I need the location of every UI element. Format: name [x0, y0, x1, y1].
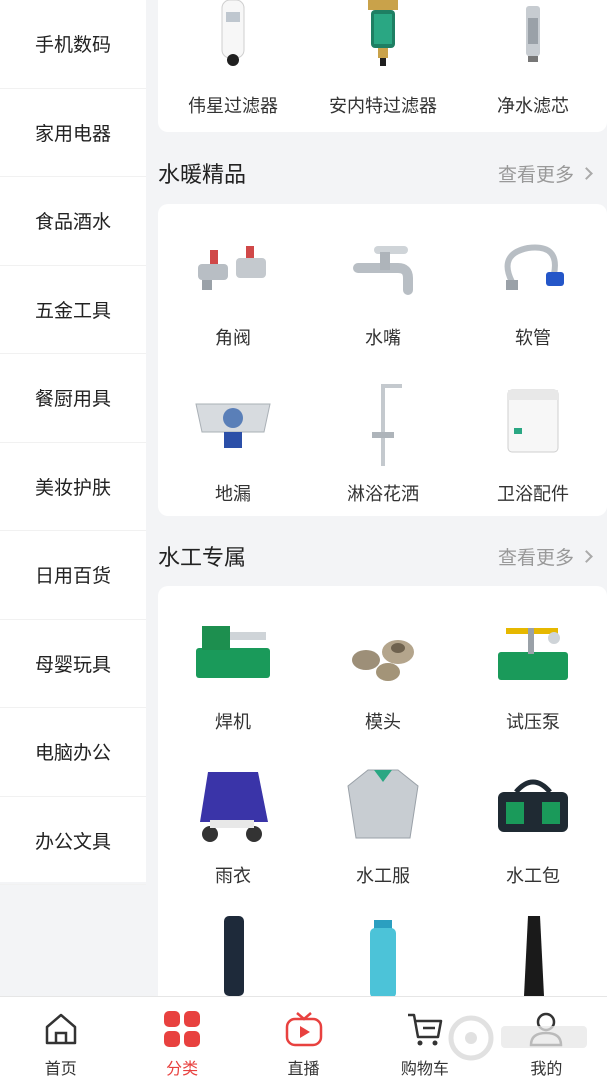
product-label: 安内特过滤器: [329, 96, 437, 117]
sidebar-item[interactable]: 餐厨用具: [0, 354, 146, 443]
product-item[interactable]: [458, 916, 607, 996]
tab-label: 直播: [287, 1059, 320, 1078]
tool-bag-image: [488, 762, 578, 852]
sidebar-item[interactable]: 母婴玩具: [0, 620, 146, 708]
filter-card: 伟星过滤器 安内特过滤器 净水滤芯: [158, 0, 607, 132]
product-label: 焊机: [215, 712, 251, 733]
sidebar-item[interactable]: 电脑办公: [0, 708, 146, 797]
product-label: 试压泵: [506, 712, 560, 733]
sidebar-item[interactable]: 办公文具: [0, 797, 146, 885]
product-label: 伟星过滤器: [188, 96, 278, 117]
product-card: 角阀 水嘴 软管 地漏 淋浴花洒 卫浴配件: [158, 204, 607, 516]
product-item[interactable]: [308, 916, 458, 996]
chevron-right-icon: [580, 166, 593, 180]
product-item[interactable]: 淋浴花洒: [308, 380, 458, 506]
product-label: 软管: [515, 328, 551, 349]
product-label: 水工服: [356, 866, 410, 887]
product-label: 角阀: [215, 328, 251, 349]
tab-category[interactable]: 分类: [121, 997, 242, 1080]
category-sidebar: 手机数码 家用电器 食品酒水 五金工具 餐厨用具 美妆护肤 日用百货 母婴玩具 …: [0, 0, 146, 885]
live-icon: [285, 1012, 322, 1047]
cartridge-image: [488, 0, 578, 82]
product-item[interactable]: 地漏: [158, 380, 308, 506]
filter-image: [338, 0, 428, 82]
user-icon: [530, 1012, 563, 1047]
product-item[interactable]: 伟星过滤器: [158, 0, 308, 118]
home-icon: [45, 1013, 76, 1045]
tab-label: 购物车: [400, 1059, 449, 1078]
angle-valve-image: [188, 224, 278, 314]
category-icon: [164, 1011, 201, 1047]
floor-drain-image: [188, 380, 278, 470]
bottom-tab-bar: 首页 分类 直播 购物车 我的: [0, 996, 607, 1080]
die-head-image: [338, 608, 428, 698]
product-item[interactable]: 试压泵: [458, 608, 607, 734]
section-header: 水工专属 查看更多: [158, 536, 607, 576]
product-item[interactable]: 雨衣: [158, 762, 308, 888]
section-header: 水暖精品 查看更多: [158, 153, 607, 193]
view-more-label: 查看更多: [497, 163, 574, 186]
product-label: 水工包: [506, 866, 560, 887]
thermos-image: [188, 916, 278, 996]
work-clothes-image: [338, 762, 428, 852]
product-item[interactable]: [158, 916, 308, 996]
tab-live[interactable]: 直播: [243, 997, 364, 1080]
raincoat-image: [188, 762, 278, 852]
product-item[interactable]: 模头: [308, 608, 458, 734]
view-more-label: 查看更多: [497, 546, 574, 569]
product-item[interactable]: 水嘴: [308, 224, 458, 350]
product-card: 焊机 模头 试压泵 雨衣 水工服 水工包: [158, 586, 607, 996]
section-title: 水暖精品: [158, 163, 247, 188]
view-more-link[interactable]: 查看更多: [498, 543, 607, 570]
sidebar-item[interactable]: 五金工具: [0, 266, 146, 354]
cistern-image: [488, 380, 578, 470]
tab-label: 分类: [166, 1059, 199, 1078]
sidebar-item[interactable]: 日用百货: [0, 531, 146, 620]
app: 手机数码 家用电器 食品酒水 五金工具 餐厨用具 美妆护肤 日用百货 母婴玩具 …: [0, 0, 607, 1080]
product-label: 雨衣: [215, 866, 251, 887]
water-bottle-image: [338, 916, 428, 996]
product-label: 模头: [365, 712, 401, 733]
tab-label: 首页: [44, 1059, 77, 1078]
product-item[interactable]: 水工服: [308, 762, 458, 888]
product-item[interactable]: 焊机: [158, 608, 308, 734]
product-item[interactable]: 卫浴配件: [458, 380, 607, 506]
sidebar-item[interactable]: 美妆护肤: [0, 443, 146, 531]
product-item[interactable]: 水工包: [458, 762, 607, 888]
cart-icon: [407, 1013, 443, 1046]
tab-home[interactable]: 首页: [0, 997, 121, 1080]
chevron-right-icon: [580, 549, 593, 563]
filter-image: [188, 0, 278, 82]
product-item[interactable]: 软管: [458, 224, 607, 350]
product-label: 水嘴: [365, 328, 401, 349]
faucet-image: [338, 224, 428, 314]
view-more-link[interactable]: 查看更多: [498, 160, 607, 187]
product-item[interactable]: 净水滤芯: [458, 0, 607, 118]
tab-mine[interactable]: 我的: [486, 997, 607, 1080]
tab-cart[interactable]: 购物车: [364, 997, 485, 1080]
umbrella-image: [488, 916, 578, 996]
product-label: 卫浴配件: [497, 484, 569, 505]
product-label: 淋浴花洒: [347, 484, 419, 505]
category-content: 伟星过滤器 安内特过滤器 净水滤芯 水暖精品 查看更多 角阀 水嘴 软管 地漏 …: [158, 0, 607, 996]
section-title: 水工专属: [158, 546, 247, 571]
sidebar-item[interactable]: 食品酒水: [0, 177, 146, 266]
tab-label: 我的: [530, 1059, 563, 1078]
product-label: 地漏: [215, 484, 251, 505]
welding-machine-image: [188, 608, 278, 698]
sidebar-item[interactable]: 手机数码: [0, 0, 146, 89]
hose-image: [488, 224, 578, 314]
sidebar-item[interactable]: 家用电器: [0, 89, 146, 177]
pressure-pump-image: [488, 608, 578, 698]
shower-image: [338, 380, 428, 470]
product-label: 净水滤芯: [497, 96, 569, 117]
product-item[interactable]: 角阀: [158, 224, 308, 350]
product-item[interactable]: 安内特过滤器: [308, 0, 458, 118]
